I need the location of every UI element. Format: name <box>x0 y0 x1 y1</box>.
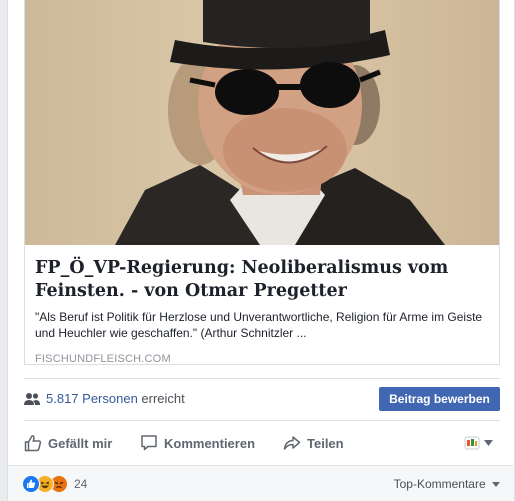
comment-button[interactable]: Kommentieren <box>140 429 255 457</box>
caret-down-icon <box>484 440 493 446</box>
link-preview[interactable]: FP_Ö_VP-Regierung: Neoliberalismus vom F… <box>24 0 500 365</box>
like-button[interactable]: Gefällt mir <box>24 429 112 457</box>
caret-down-icon <box>492 482 500 488</box>
link-description: "Als Beruf ist Politik für Herzlose und … <box>35 310 483 340</box>
share-label: Teilen <box>307 435 344 451</box>
comment-label: Kommentieren <box>164 435 256 451</box>
comment-icon <box>141 435 157 451</box>
link-title[interactable]: FP_Ö_VP-Regierung: Neoliberalismus vom F… <box>35 257 490 303</box>
divider <box>24 420 500 421</box>
promote-post-button[interactable]: Beitrag bewerben <box>379 387 500 411</box>
reactions-footer: 24 Top-Kommentare <box>8 465 514 501</box>
comment-sort-label: Top-Kommentare <box>393 477 486 491</box>
action-bar: Gefällt mir Kommentieren Teilen <box>24 429 500 457</box>
like-reaction-icon <box>22 475 40 493</box>
like-icon <box>24 435 42 452</box>
share-icon <box>283 436 301 450</box>
post-card: FP_Ö_VP-Regierung: Neoliberalismus vom F… <box>7 0 515 501</box>
reach-suffix: erreicht <box>141 391 185 406</box>
reach-text: 5.817 Personen erreicht <box>46 391 185 406</box>
page-avatar-icon <box>464 436 480 450</box>
reactions-summary[interactable]: 24 <box>22 475 87 493</box>
share-button[interactable]: Teilen <box>283 429 344 457</box>
reaction-count[interactable]: 24 <box>74 477 87 491</box>
reach-people-icon <box>24 393 40 405</box>
link-text-block[interactable]: FP_Ö_VP-Regierung: Neoliberalismus vom F… <box>35 257 490 365</box>
link-domain: FISCHUNDFLEISCH.COM <box>35 353 171 365</box>
reach-count-link[interactable]: 5.817 Personen <box>46 391 138 406</box>
like-label: Gefällt mir <box>48 435 113 451</box>
reach-row: 5.817 Personen erreicht Beitrag bewerben <box>24 381 500 417</box>
comment-sort-dropdown[interactable]: Top-Kommentare <box>394 477 500 491</box>
post-as-selector[interactable] <box>464 429 500 457</box>
divider <box>24 378 500 379</box>
link-preview-image[interactable] <box>25 0 499 245</box>
